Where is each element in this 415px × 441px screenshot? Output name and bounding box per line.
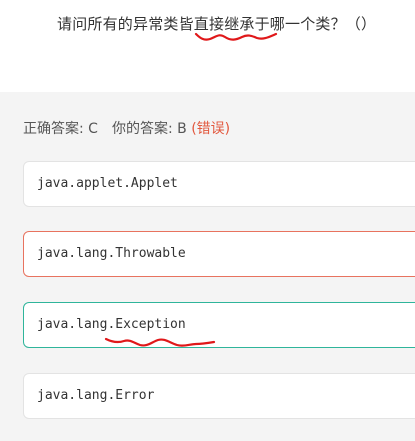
option-b[interactable]: java.lang.Throwable <box>23 231 415 277</box>
option-c[interactable]: java.lang.Exception <box>23 302 415 348</box>
question-panel: 请问所有的异常类皆直接继承于哪一个类？（） <box>0 0 415 92</box>
option-a-text: java.applet.Applet <box>37 176 178 191</box>
correct-answer-label: 正确答案: C <box>23 121 98 137</box>
option-c-text: java.lang.Exception <box>37 317 186 332</box>
option-b-text: java.lang.Throwable <box>37 246 186 261</box>
quiz-page: 请问所有的异常类皆直接继承于哪一个类？（） 正确答案: C 你的答案: B (错误… <box>0 0 415 441</box>
result-line: 正确答案: C 你的答案: B (错误) <box>23 118 230 138</box>
your-answer-label: 你的答案: B <box>111 121 187 137</box>
option-d[interactable]: java.lang.Error <box>23 373 415 419</box>
answer-status: (错误) <box>191 121 231 137</box>
option-d-text: java.lang.Error <box>37 388 155 403</box>
option-a[interactable]: java.applet.Applet <box>23 161 415 207</box>
question-text: 请问所有的异常类皆直接继承于哪一个类？（） <box>57 15 377 33</box>
